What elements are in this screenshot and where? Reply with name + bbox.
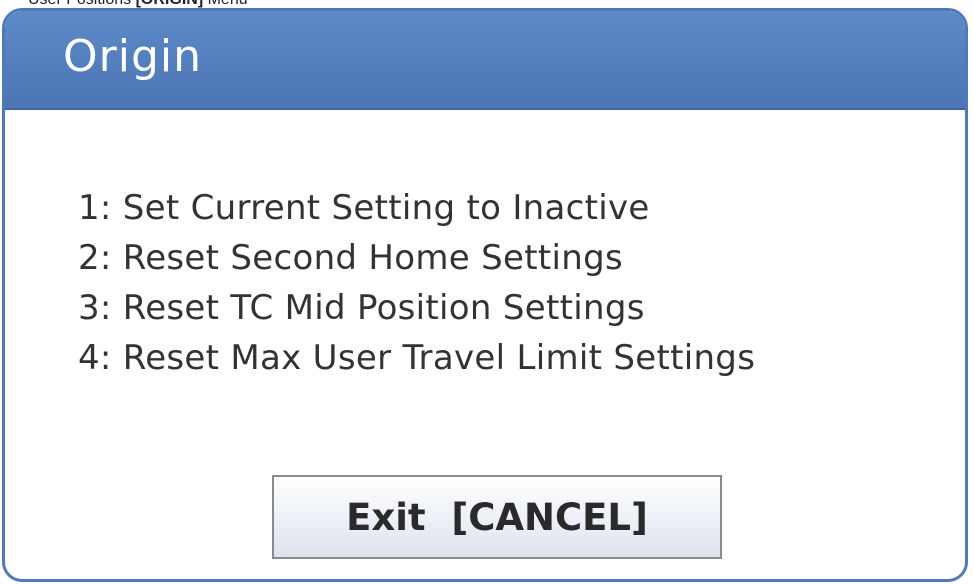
option-1[interactable]: 1: Set Current Setting to Inactive [78, 183, 755, 233]
dialog-title-bar: Origin [5, 11, 965, 110]
exit-cancel-button[interactable]: Exit [CANCEL] [272, 475, 722, 559]
caption-prefix: User Positions [28, 0, 136, 8]
option-3[interactable]: 3: Reset TC Mid Position Settings [78, 283, 755, 333]
origin-dialog: Origin 1: Set Current Setting to Inactiv… [2, 8, 968, 582]
option-4[interactable]: 4: Reset Max User Travel Limit Settings [78, 333, 755, 383]
caption-suffix: Menu [203, 0, 248, 8]
figure-caption: User Positions [ORIGIN] Menu [0, 0, 973, 8]
caption-key: [ORIGIN] [136, 0, 204, 8]
option-list: 1: Set Current Setting to Inactive 2: Re… [78, 183, 755, 383]
dialog-title: Origin [63, 31, 202, 82]
option-2[interactable]: 2: Reset Second Home Settings [78, 233, 755, 283]
